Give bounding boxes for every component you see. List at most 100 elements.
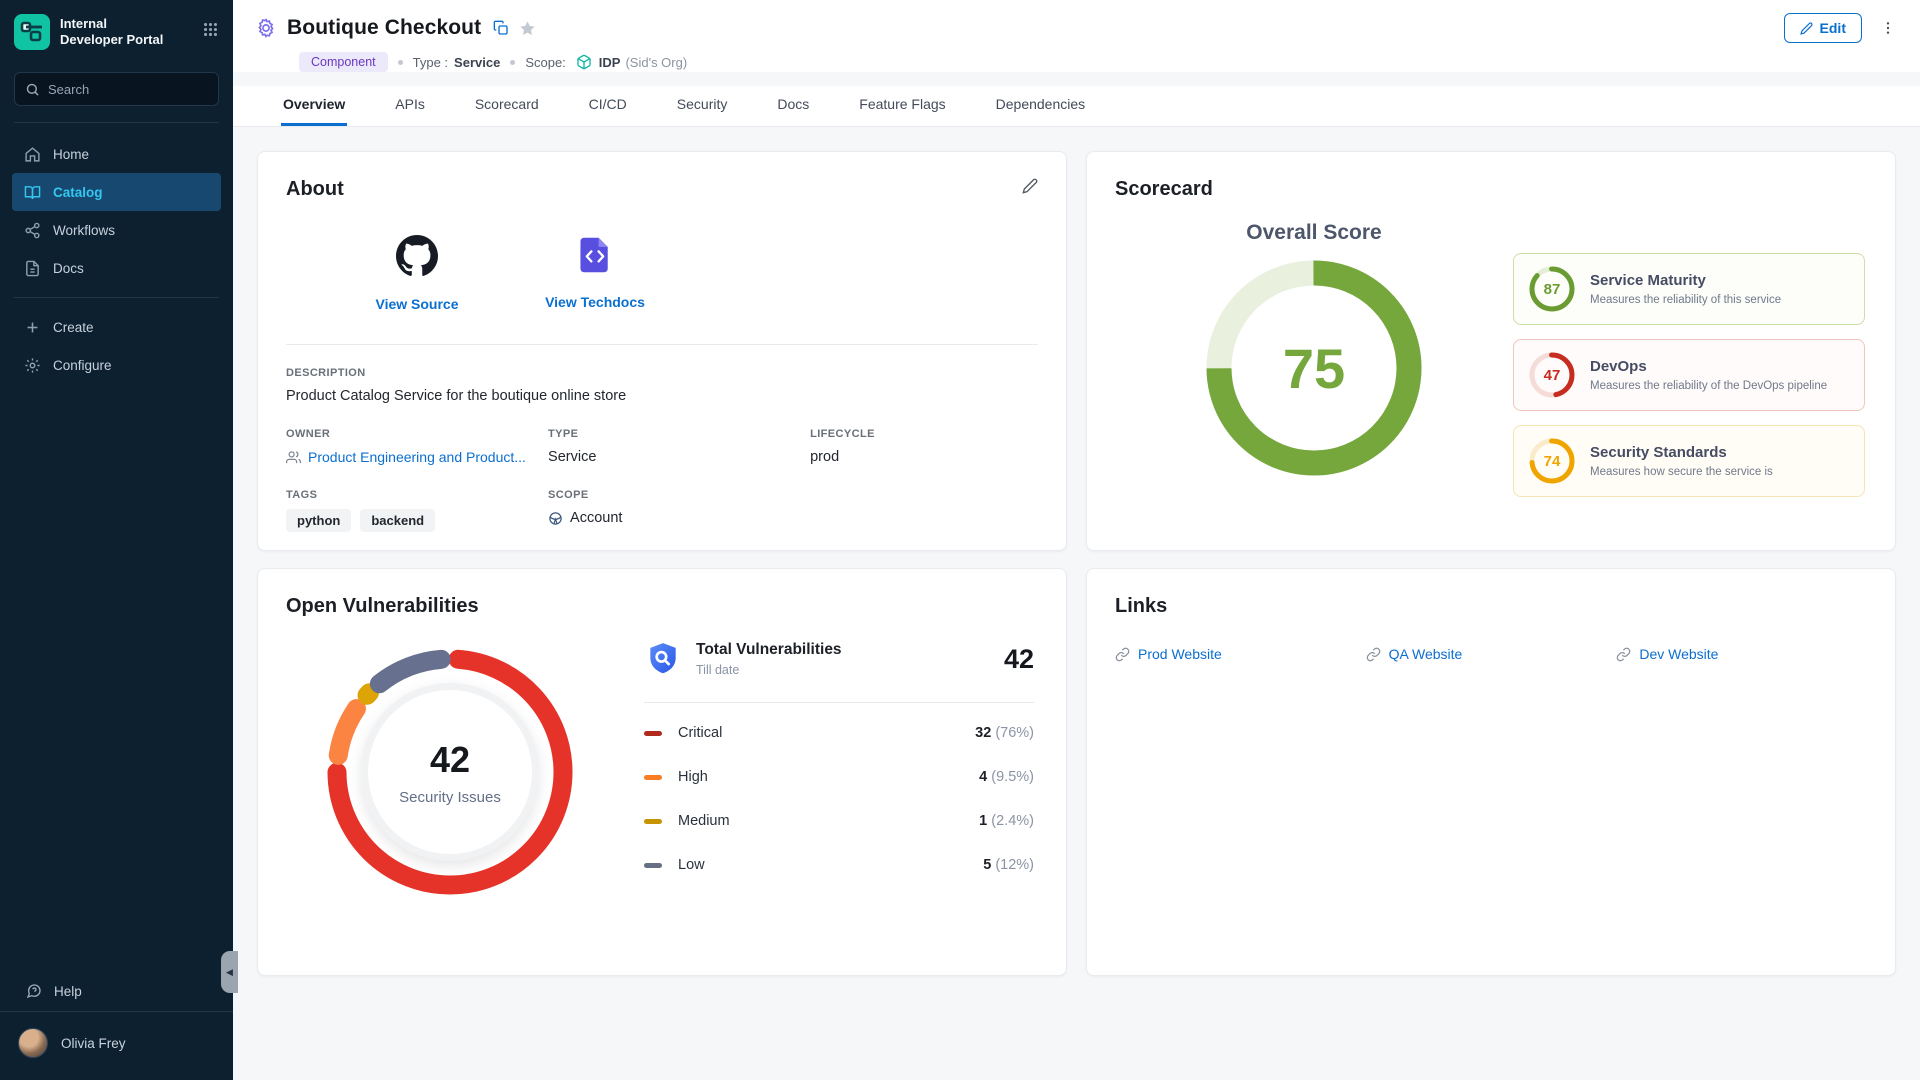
sidebar-item-catalog[interactable]: Catalog [12, 173, 221, 211]
app-logo[interactable] [14, 14, 50, 50]
score-value: 47 [1528, 351, 1576, 399]
legend-label: Medium [678, 813, 730, 829]
legend-count: 32 [975, 725, 991, 741]
about-title: About [286, 178, 344, 201]
vulnerabilities-donut: 42 Security Issues [318, 640, 582, 904]
overall-score-value: 75 [1205, 259, 1423, 477]
scorecard-item-security-standards[interactable]: 74 Security Standards Measures how secur… [1513, 425, 1865, 497]
view-techdocs-label: View Techdocs [545, 294, 645, 310]
score-value: 87 [1528, 265, 1576, 313]
sidebar-item-docs[interactable]: Docs [12, 249, 221, 287]
help-button[interactable]: Help [0, 971, 233, 1011]
legend-count: 1 [979, 813, 987, 829]
scope-label: Scope: [525, 55, 565, 70]
tab-docs[interactable]: Docs [775, 86, 811, 126]
sidebar-item-configure[interactable]: Configure [12, 346, 221, 384]
link-qa-website[interactable]: QA Website [1366, 646, 1617, 662]
lifecycle-value: prod [810, 449, 1038, 465]
shield-search-icon [644, 640, 682, 678]
legend-label: Low [678, 857, 705, 873]
link-prod-website[interactable]: Prod Website [1115, 646, 1366, 662]
type-label: Type : [413, 55, 448, 70]
sidebar-item-workflows[interactable]: Workflows [12, 211, 221, 249]
tags-field: TAGS python backend [286, 489, 548, 532]
owner-link[interactable]: Product Engineering and Product... [286, 449, 548, 465]
gear-icon [24, 357, 41, 374]
scope-cube-icon [576, 54, 592, 70]
legend-row-low: Low 5 (12%) [644, 843, 1034, 887]
tab-dependencies[interactable]: Dependencies [994, 86, 1088, 126]
sidebar-divider [14, 122, 219, 123]
scorecard-title: Scorecard [1115, 178, 1867, 201]
about-edit-icon[interactable] [1022, 178, 1038, 194]
donut-center: 42 Security Issues [361, 683, 539, 861]
low-dash-icon [644, 863, 662, 868]
lifecycle-field: LIFECYCLE prod [810, 428, 1038, 465]
star-icon[interactable] [519, 20, 536, 37]
link-dev-website[interactable]: Dev Website [1616, 646, 1867, 662]
account-scope-icon [548, 511, 563, 526]
score-ring: 74 [1528, 437, 1576, 485]
legend-count: 5 [983, 857, 991, 873]
link-label: Prod Website [1138, 646, 1222, 662]
vulnerabilities-card: Open Vulnerabilities 42 Security Issues [257, 568, 1067, 976]
high-dash-icon [644, 775, 662, 780]
score-item-title: Security Standards [1590, 444, 1773, 461]
legend-label: High [678, 769, 708, 785]
scorecard-card: Scorecard Overall Score 75 [1086, 151, 1896, 551]
scorecard-item-service-maturity[interactable]: 87 Service Maturity Measures the reliabi… [1513, 253, 1865, 325]
search-input[interactable] [48, 82, 208, 97]
user-menu[interactable]: Olivia Frey [0, 1011, 233, 1080]
link-icon [1366, 647, 1381, 662]
edit-button[interactable]: Edit [1784, 13, 1862, 43]
view-techdocs-link[interactable]: View Techdocs [506, 235, 684, 312]
sidebar-item-home[interactable]: Home [12, 135, 221, 173]
sidebar-search[interactable] [14, 72, 219, 106]
home-icon [24, 146, 41, 163]
sidebar-item-label: Workflows [53, 223, 115, 238]
tab-security[interactable]: Security [675, 86, 730, 126]
view-source-link[interactable]: View Source [328, 235, 506, 312]
score-item-desc: Measures how secure the service is [1590, 466, 1773, 478]
total-vulnerabilities: Total Vulnerabilities Till date 42 [644, 640, 1034, 678]
catalog-icon [24, 184, 41, 201]
tag-chip[interactable]: backend [360, 509, 435, 532]
link-icon [1115, 647, 1130, 662]
copy-icon[interactable] [493, 20, 509, 36]
about-card: About View Source [257, 151, 1067, 551]
kebab-menu-icon[interactable] [1880, 20, 1896, 36]
tag-chip[interactable]: python [286, 509, 351, 532]
link-icon [1616, 647, 1631, 662]
app-switcher-icon[interactable] [202, 21, 219, 43]
legend-pct: (2.4%) [991, 813, 1034, 829]
legend-row-high: High 4 (9.5%) [644, 755, 1034, 799]
plus-icon [24, 319, 41, 336]
techdocs-icon [575, 235, 615, 280]
legend-pct: (9.5%) [991, 769, 1034, 785]
score-item-desc: Measures the reliability of the DevOps p… [1590, 380, 1827, 392]
tab-apis[interactable]: APIs [393, 86, 427, 126]
link-label: Dev Website [1639, 646, 1718, 662]
avatar [18, 1028, 48, 1058]
user-name: Olivia Frey [61, 1036, 126, 1051]
tab-scorecard[interactable]: Scorecard [473, 86, 541, 126]
scope-field-value: Account [570, 510, 622, 526]
vulnerabilities-title: Open Vulnerabilities [286, 595, 1038, 618]
sidebar-collapse-handle[interactable]: ◀ [221, 951, 238, 993]
sidebar-item-label: Home [53, 147, 89, 162]
sidebar-item-create[interactable]: Create [12, 308, 221, 346]
dot-separator [398, 60, 403, 65]
critical-dash-icon [644, 731, 662, 736]
overall-score-ring: 75 [1205, 259, 1423, 477]
tab-cicd[interactable]: CI/CD [587, 86, 629, 126]
edit-button-label: Edit [1820, 20, 1846, 36]
tab-feature-flags[interactable]: Feature Flags [857, 86, 947, 126]
owner-field: OWNER Product Engineering and Product... [286, 428, 548, 465]
users-icon [286, 450, 301, 465]
score-ring: 87 [1528, 265, 1576, 313]
total-vulnerabilities-label: Total Vulnerabilities [696, 641, 842, 659]
legend-pct: (12%) [995, 857, 1034, 873]
sidebar-nav: Home Catalog Workflows [0, 131, 233, 388]
scorecard-item-devops[interactable]: 47 DevOps Measures the reliability of th… [1513, 339, 1865, 411]
tab-overview[interactable]: Overview [281, 86, 347, 126]
